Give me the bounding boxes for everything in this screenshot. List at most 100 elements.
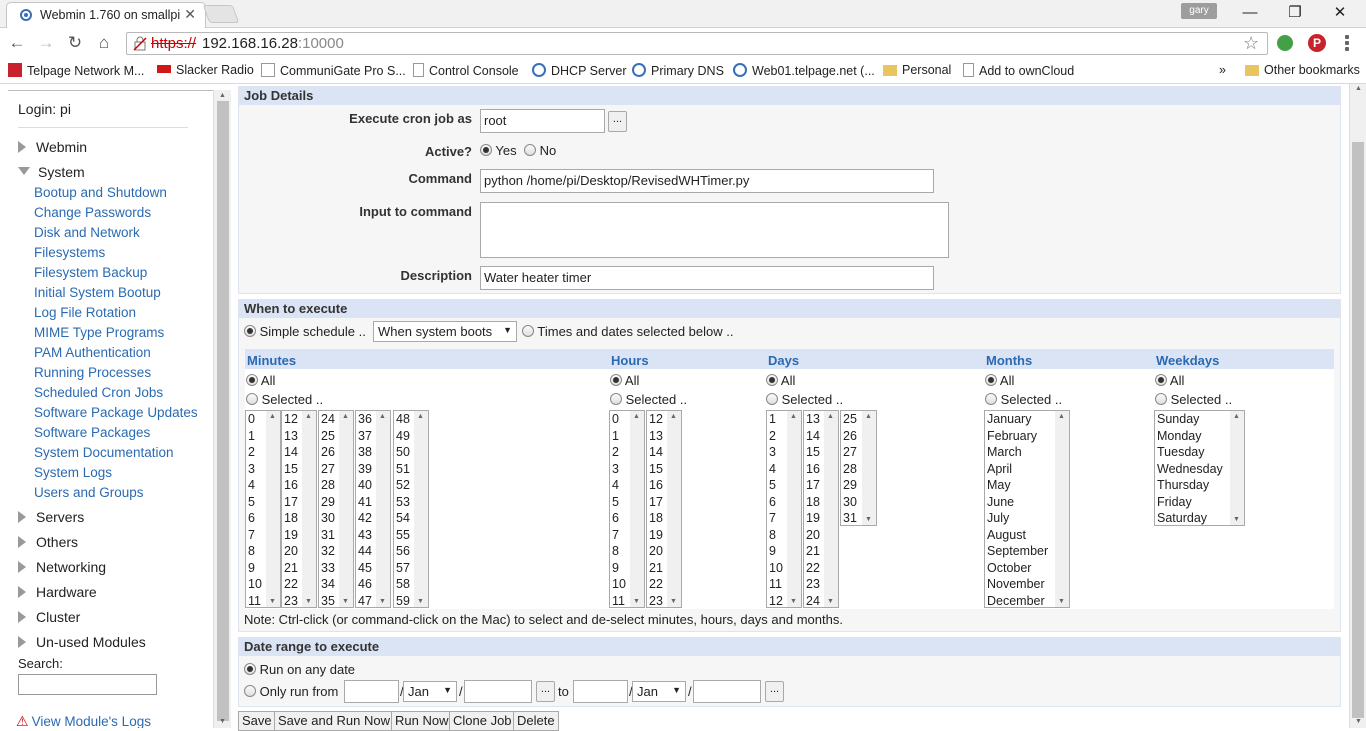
scroll-down-icon[interactable]: ▼ bbox=[417, 598, 424, 605]
from-day-input[interactable] bbox=[344, 680, 399, 703]
category-others[interactable]: Others bbox=[18, 534, 78, 550]
list-scrollbar[interactable]: ▲ ▼ bbox=[1055, 411, 1069, 607]
module-link[interactable]: Bootup and Shutdown bbox=[34, 185, 167, 200]
radio-icon[interactable] bbox=[246, 374, 258, 386]
radio-icon[interactable] bbox=[246, 393, 258, 405]
module-link[interactable]: MIME Type Programs bbox=[34, 325, 164, 340]
hours-all[interactable]: All bbox=[610, 373, 639, 388]
radio-icon[interactable] bbox=[610, 374, 622, 386]
scroll-up-icon[interactable]: ▲ bbox=[305, 413, 312, 420]
simple-schedule-select[interactable]: When system boots ▼ bbox=[373, 321, 517, 342]
minutes-list[interactable]: 0 1 2 3 4 5 6 7 8 9 10 11 ▲ ▼ bbox=[245, 410, 281, 608]
radio-icon[interactable] bbox=[244, 685, 256, 697]
radio-icon[interactable] bbox=[1155, 374, 1167, 386]
minutes-list[interactable]: 48 49 50 51 52 53 54 55 56 57 58 59 ▲ ▼ bbox=[393, 410, 429, 608]
scroll-up-icon[interactable]: ▲ bbox=[1233, 413, 1240, 420]
months-list[interactable]: January February March April May June July Augu… bbox=[984, 410, 1070, 608]
list-scrollbar[interactable]: ▲ ▼ bbox=[630, 411, 644, 607]
list-scrollbar[interactable]: ▲ ▼ bbox=[1230, 411, 1244, 525]
scroll-up-icon[interactable]: ▲ bbox=[342, 413, 349, 420]
scroll-up-icon[interactable]: ▲ bbox=[1058, 413, 1065, 420]
list-scrollbar[interactable]: ▲ ▼ bbox=[862, 411, 876, 525]
scroll-down-icon[interactable]: ▼ bbox=[342, 598, 349, 605]
minutes-list[interactable]: 24 25 26 27 28 29 30 31 32 33 34 35 ▲ ▼ bbox=[318, 410, 354, 608]
scroll-up-icon[interactable]: ▲ bbox=[790, 413, 797, 420]
list-scrollbar[interactable]: ▲ ▼ bbox=[414, 411, 428, 607]
run-now-button[interactable]: Run Now bbox=[391, 711, 453, 731]
simple-schedule-option[interactable]: Simple schedule .. bbox=[244, 324, 366, 339]
scroll-up-icon[interactable]: ▲ bbox=[865, 413, 872, 420]
scroll-down-icon[interactable]: ▼ bbox=[790, 598, 797, 605]
bookmark-dhcp[interactable]: DHCP Server bbox=[532, 63, 626, 78]
days-list[interactable]: 1 2 3 4 5 6 7 8 9 10 11 12 ▲ ▼ bbox=[766, 410, 802, 608]
months-selected[interactable]: Selected .. bbox=[985, 392, 1062, 407]
only-run-from-option[interactable]: Only run from bbox=[244, 684, 338, 699]
list-scrollbar[interactable]: ▲ ▼ bbox=[824, 411, 838, 607]
radio-icon[interactable] bbox=[480, 144, 492, 156]
from-year-input[interactable] bbox=[464, 680, 532, 703]
list-scrollbar[interactable]: ▲ ▼ bbox=[302, 411, 316, 607]
clone-job-button[interactable]: Clone Job bbox=[449, 711, 516, 731]
radio-icon[interactable] bbox=[524, 144, 536, 156]
weekdays-all[interactable]: All bbox=[1155, 373, 1184, 388]
from-date-picker-button[interactable]: ... bbox=[536, 681, 555, 702]
list-scrollbar[interactable]: ▲ ▼ bbox=[667, 411, 681, 607]
bookmark-web01[interactable]: Web01.telpage.net (... bbox=[733, 63, 875, 78]
new-tab-button[interactable] bbox=[202, 5, 240, 23]
days-selected[interactable]: Selected .. bbox=[766, 392, 843, 407]
module-link[interactable]: Log File Rotation bbox=[34, 305, 136, 320]
category-webmin[interactable]: Webmin bbox=[18, 139, 87, 155]
weekdays-list[interactable]: Sunday Monday Tuesday Wednesday Thursday Frid… bbox=[1154, 410, 1245, 526]
close-window-icon[interactable]: ✕ bbox=[1318, 2, 1362, 24]
maximize-icon[interactable]: ❐ bbox=[1273, 2, 1317, 24]
module-link[interactable]: Running Processes bbox=[34, 365, 151, 380]
scroll-thumb[interactable] bbox=[217, 101, 229, 721]
module-link[interactable]: Scheduled Cron Jobs bbox=[34, 385, 163, 400]
browser-tab[interactable]: Webmin 1.760 on smallpi ✕ bbox=[6, 2, 206, 28]
sidebar-scrollbar[interactable]: ▲ ▼ bbox=[213, 90, 231, 728]
pinterest-extension-icon[interactable]: P bbox=[1308, 34, 1326, 52]
scroll-down-icon[interactable]: ▼ bbox=[1058, 598, 1065, 605]
list-scrollbar[interactable]: ▲ ▼ bbox=[787, 411, 801, 607]
module-link[interactable]: Filesystem Backup bbox=[34, 265, 147, 280]
scroll-down-icon[interactable]: ▼ bbox=[1355, 718, 1362, 725]
scroll-down-icon[interactable]: ▼ bbox=[633, 598, 640, 605]
module-link[interactable]: Users and Groups bbox=[34, 485, 144, 500]
save-button[interactable]: Save bbox=[238, 711, 276, 731]
bookmark-slacker[interactable]: Slacker Radio bbox=[157, 63, 254, 77]
reload-icon[interactable]: ↻ bbox=[64, 32, 86, 54]
minutes-list[interactable]: 36 37 38 39 40 41 42 43 44 45 46 47 ▲ ▼ bbox=[355, 410, 391, 608]
bookmark-communigate[interactable]: CommuniGate Pro S... bbox=[261, 63, 406, 78]
minutes-list[interactable]: 12 13 14 15 16 17 18 19 20 21 22 23 ▲ ▼ bbox=[281, 410, 317, 608]
scroll-down-icon[interactable]: ▼ bbox=[865, 516, 872, 523]
module-link[interactable]: Software Packages bbox=[34, 425, 150, 440]
input-textarea[interactable] bbox=[480, 202, 949, 258]
to-year-input[interactable] bbox=[693, 680, 761, 703]
module-link[interactable]: System Documentation bbox=[34, 445, 174, 460]
profile-badge[interactable]: gary bbox=[1181, 3, 1217, 19]
chrome-menu-icon[interactable] bbox=[1345, 34, 1353, 52]
category-unused[interactable]: Un-used Modules bbox=[18, 634, 146, 650]
scroll-up-icon[interactable]: ▲ bbox=[633, 413, 640, 420]
scroll-down-icon[interactable]: ▼ bbox=[1233, 516, 1240, 523]
radio-icon[interactable] bbox=[1155, 393, 1167, 405]
active-yes[interactable]: Yes bbox=[480, 143, 517, 158]
radio-icon[interactable] bbox=[244, 663, 256, 675]
more-bookmarks-icon[interactable]: » bbox=[1219, 63, 1226, 77]
scroll-up-icon[interactable]: ▲ bbox=[219, 92, 226, 99]
to-day-input[interactable] bbox=[573, 680, 628, 703]
scroll-up-icon[interactable]: ▲ bbox=[379, 413, 386, 420]
scroll-down-icon[interactable]: ▼ bbox=[379, 598, 386, 605]
radio-icon[interactable] bbox=[766, 393, 778, 405]
minutes-selected[interactable]: Selected .. bbox=[246, 392, 323, 407]
module-link[interactable]: Change Passwords bbox=[34, 205, 151, 220]
run-as-input[interactable]: root bbox=[480, 109, 605, 133]
view-logs-link[interactable]: ⚠ View Module's Logs bbox=[16, 713, 151, 728]
scroll-up-icon[interactable]: ▲ bbox=[670, 413, 677, 420]
bookmark-star-icon[interactable]: ☆ bbox=[1243, 33, 1259, 54]
minutes-all[interactable]: All bbox=[246, 373, 275, 388]
bookmark-control-console[interactable]: Control Console bbox=[413, 63, 519, 78]
bookmark-owncloud[interactable]: Add to ownCloud bbox=[963, 63, 1074, 78]
module-link[interactable]: Filesystems bbox=[34, 245, 105, 260]
scroll-down-icon[interactable]: ▼ bbox=[827, 598, 834, 605]
